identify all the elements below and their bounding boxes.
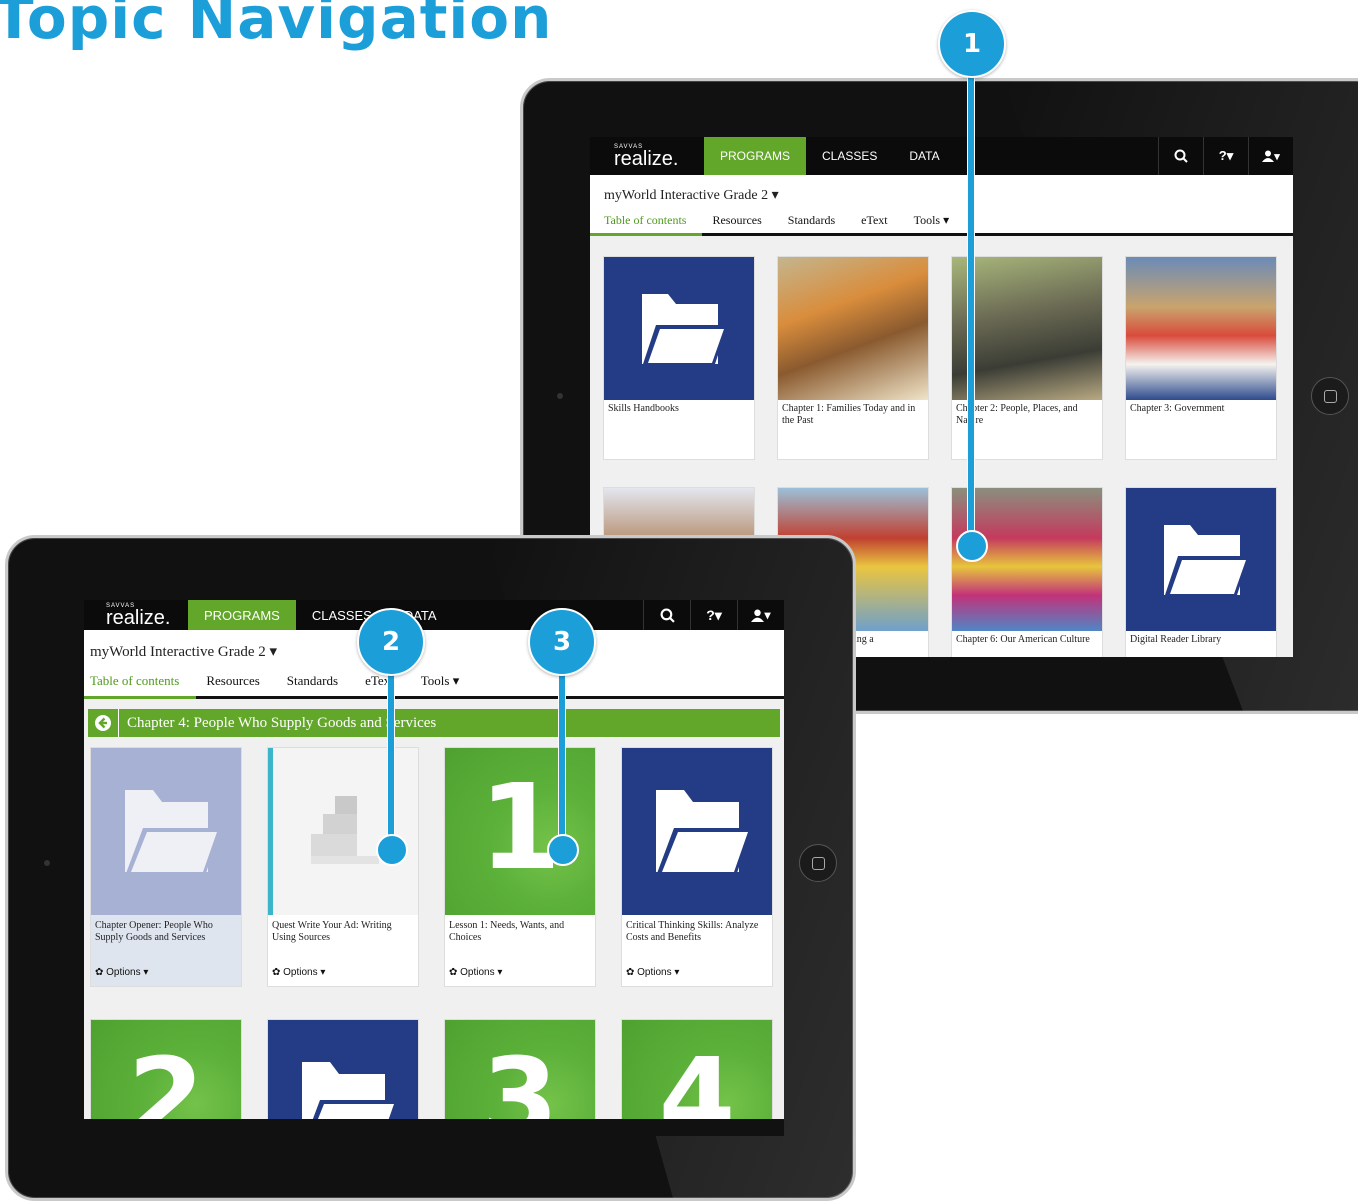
callout-3-line bbox=[558, 670, 566, 850]
card-chapter-1[interactable]: Chapter 1: Families Today and in the Pas… bbox=[777, 256, 929, 460]
tab-tools[interactable]: Tools ▾ bbox=[914, 213, 950, 228]
folder-icon bbox=[125, 790, 221, 876]
callout-2-dot bbox=[376, 834, 408, 866]
folder-icon bbox=[656, 790, 752, 876]
nav-label: DATA bbox=[909, 149, 940, 163]
help-icon[interactable]: ?▾ bbox=[1203, 137, 1248, 175]
brand: realize. bbox=[614, 148, 679, 170]
tab-programs[interactable]: PROGRAMS bbox=[704, 137, 807, 175]
brand: realize. bbox=[106, 607, 171, 629]
top-nav: SAVVAS realize. PROGRAMS CLASSES DATA ?▾… bbox=[590, 137, 1293, 175]
callout-2: 2 bbox=[357, 608, 425, 676]
tab-etext[interactable]: eText bbox=[861, 213, 887, 228]
nav-label: CLASSES bbox=[311, 607, 372, 623]
callout-number: 1 bbox=[962, 29, 982, 59]
search-icon[interactable] bbox=[1158, 137, 1203, 175]
program-title: myWorld Interactive Grade 2 ▾ bbox=[604, 188, 779, 203]
tab-programs[interactable]: PROGRAMS bbox=[188, 600, 296, 630]
card-label: ing a bbox=[854, 634, 874, 645]
card-lesson-1[interactable]: 1 Lesson 1: Needs, Wants, and Choices ✿ … bbox=[444, 747, 596, 987]
card-label: Lesson 1: Needs, Wants, and Choices bbox=[449, 920, 565, 943]
tab-resources[interactable]: Resources bbox=[206, 673, 259, 689]
home-button[interactable] bbox=[1311, 377, 1349, 415]
user-icon[interactable]: ▾ bbox=[1248, 137, 1293, 175]
card-label: Chapter 6: Our American Culture bbox=[956, 634, 1090, 645]
card-label: Critical Thinking Skills: Analyze Costs … bbox=[626, 920, 759, 943]
families-photo bbox=[778, 257, 928, 400]
program-title: myWorld Interactive Grade 2 ▾ bbox=[90, 644, 278, 660]
callout-3: 3 bbox=[528, 608, 596, 676]
realize-logo[interactable]: SAVVAS realize. bbox=[590, 137, 704, 175]
card-digital-reader-library[interactable]: Digital Reader Library bbox=[1125, 487, 1277, 657]
home-button[interactable] bbox=[799, 844, 837, 882]
callout-number: 2 bbox=[381, 627, 401, 657]
front-screen: SAVVAS realize. PROGRAMS CLASSES DATA ?▾… bbox=[84, 600, 784, 1136]
search-icon[interactable] bbox=[643, 600, 690, 630]
options-label: ✿ Options ▾ bbox=[449, 967, 503, 978]
tab-resources[interactable]: Resources bbox=[712, 213, 761, 228]
card-skills-handbooks[interactable]: Skills Handbooks bbox=[603, 256, 755, 460]
folder-icon bbox=[642, 294, 728, 367]
help-icon[interactable]: ?▾ bbox=[690, 600, 737, 630]
back-arrow-icon[interactable] bbox=[88, 709, 119, 737]
front-tablet: SAVVAS realize. PROGRAMS CLASSES DATA ?▾… bbox=[5, 535, 856, 1201]
tab-table-of-contents[interactable]: Table of contents bbox=[604, 213, 686, 228]
callout-2-line bbox=[387, 670, 395, 850]
options-label: ✿ Options ▾ bbox=[272, 967, 326, 978]
options-menu[interactable]: ✿ Options ▾ bbox=[449, 967, 502, 978]
chapter-header: Chapter 4: People Who Supply Goods and S… bbox=[88, 709, 780, 737]
help-label: ?▾ bbox=[706, 606, 722, 623]
card-label: Chapter 3: Government bbox=[1130, 403, 1225, 414]
card-quest[interactable]: Quest Write Your Ad: Writing Using Sourc… bbox=[267, 747, 419, 987]
tab-standards[interactable]: Standards bbox=[788, 213, 835, 228]
card-label: Chapter Opener: People Who Supply Goods … bbox=[95, 920, 213, 943]
program-selector[interactable]: myWorld Interactive Grade 2 ▾ bbox=[604, 187, 779, 204]
government-photo bbox=[1126, 257, 1276, 400]
callout-number: 3 bbox=[552, 627, 572, 657]
program-selector[interactable]: myWorld Interactive Grade 2 ▾ bbox=[90, 642, 277, 661]
card-label: Digital Reader Library bbox=[1130, 634, 1222, 645]
tab-classes[interactable]: CLASSES bbox=[806, 137, 893, 175]
page-title: Topic Navigation bbox=[0, 0, 553, 52]
options-menu[interactable]: ✿ Options ▾ bbox=[95, 967, 148, 978]
card-chapter-opener[interactable]: Chapter Opener: People Who Supply Goods … bbox=[90, 747, 242, 987]
nav-label: PROGRAMS bbox=[204, 607, 280, 623]
tab-standards[interactable]: Standards bbox=[287, 673, 338, 689]
camera bbox=[557, 393, 563, 399]
top-nav: SAVVAS realize. PROGRAMS CLASSES DATA ?▾… bbox=[84, 600, 784, 630]
card-chapter-3[interactable]: Chapter 3: Government bbox=[1125, 256, 1277, 460]
nav-label: PROGRAMS bbox=[720, 149, 791, 163]
options-label: ✿ Options ▾ bbox=[95, 967, 149, 978]
lesson-number: 1 bbox=[478, 758, 562, 896]
options-menu[interactable]: ✿ Options ▾ bbox=[272, 967, 325, 978]
steps-icon bbox=[311, 796, 379, 864]
realize-logo[interactable]: SAVVAS realize. bbox=[84, 600, 188, 630]
card-label: Skills Handbooks bbox=[608, 403, 679, 414]
card-label: Quest Write Your Ad: Writing Using Sourc… bbox=[272, 920, 392, 943]
callout-1-dot bbox=[956, 530, 988, 562]
folder-icon bbox=[1164, 525, 1250, 598]
tab-tools[interactable]: Tools ▾ bbox=[421, 673, 459, 689]
callout-1-line bbox=[967, 70, 975, 540]
callout-1: 1 bbox=[938, 10, 1006, 78]
user-icon[interactable]: ▾ bbox=[737, 600, 784, 630]
camera bbox=[44, 860, 50, 866]
options-menu[interactable]: ✿ Options ▾ bbox=[626, 967, 679, 978]
card-label: Chapter 1: Families Today and in the Pas… bbox=[782, 403, 916, 426]
callout-3-dot bbox=[547, 834, 579, 866]
help-label: ?▾ bbox=[1218, 148, 1234, 163]
tab-data[interactable]: DATA bbox=[893, 137, 955, 175]
tab-table-of-contents[interactable]: Table of contents bbox=[90, 673, 179, 689]
options-label: ✿ Options ▾ bbox=[626, 967, 680, 978]
user-label: ▾ bbox=[1274, 150, 1280, 163]
user-label: ▾ bbox=[764, 608, 771, 622]
bottom-bar bbox=[84, 1119, 784, 1136]
nav-label: CLASSES bbox=[822, 149, 878, 163]
card-critical-thinking[interactable]: Critical Thinking Skills: Analyze Costs … bbox=[621, 747, 773, 987]
card-label: Chapter 2: People, Places, and Nature bbox=[956, 403, 1078, 426]
